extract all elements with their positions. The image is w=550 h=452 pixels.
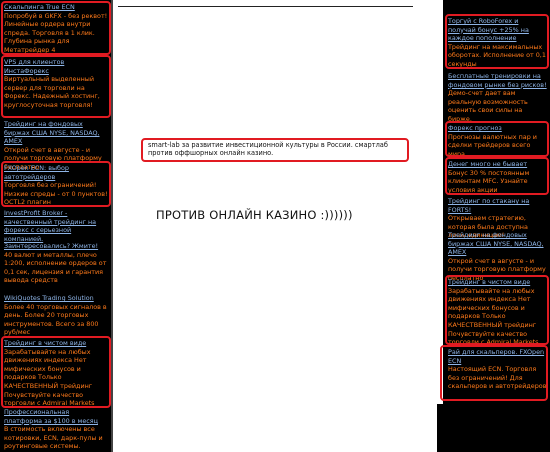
ad-title[interactable]: WikiQuotes Trading Solution [4,294,108,303]
highlight-box [445,14,549,69]
ad-block[interactable]: WikiQuotes Trading Solution Более 40 тор… [4,294,108,337]
ad-title[interactable]: Бесплатные тренировки на фондовом рынке … [448,72,547,89]
highlight-box [445,275,549,345]
ad-title[interactable]: Заинтересовались? Жмите! [4,242,108,251]
top-divider [118,6,413,7]
highlight-box [1,55,111,118]
ad-title[interactable]: Трейдинг на фондовых биржах США NYSE, NA… [4,120,108,146]
right-ad-column-bottom [437,404,550,452]
page-headline: ПРОТИВ ОНЛАЙН КАЗИНО :)))))) [156,208,353,222]
highlight-box [445,121,549,157]
highlight-box [445,157,549,195]
center-notice-text: smart-lab за развитие инвестиционной кул… [148,141,388,158]
ad-title[interactable]: Профессиональная платформа за $100 в мес… [4,408,108,425]
highlight-box [1,336,111,408]
ad-body: В стоимость включены все котировки, ECN,… [4,425,103,451]
left-column-border [111,0,113,452]
ad-title[interactable]: InvestProfit Broker - качественный трейд… [4,209,108,243]
highlight-box [1,1,111,55]
ad-block[interactable]: Бесплатные тренировки на фондовом рынке … [448,72,547,124]
highlight-box [440,345,548,401]
highlight-box [1,161,111,207]
ad-block[interactable]: Профессиональная платформа за $100 в мес… [4,408,108,451]
ad-block[interactable]: Заинтересовались? Жмите! 40 валют и мета… [4,242,108,285]
ad-body: Более 40 торговых сигналов в день. Более… [4,302,107,337]
ad-block[interactable]: InvestProfit Broker - качественный трейд… [4,209,108,243]
ad-title[interactable]: Трейдинг по стакану на FORTS! [448,197,547,214]
ad-body: Демо-счет дает вам реальную возможность … [448,89,528,123]
center-notice-box: smart-lab за развитие инвестиционной кул… [141,138,409,162]
ad-title[interactable]: Трейдинг на фондовых биржах США NYSE, NA… [448,231,547,257]
ad-body: 40 валют и металлы, плечо 1:200, исполне… [4,250,107,285]
